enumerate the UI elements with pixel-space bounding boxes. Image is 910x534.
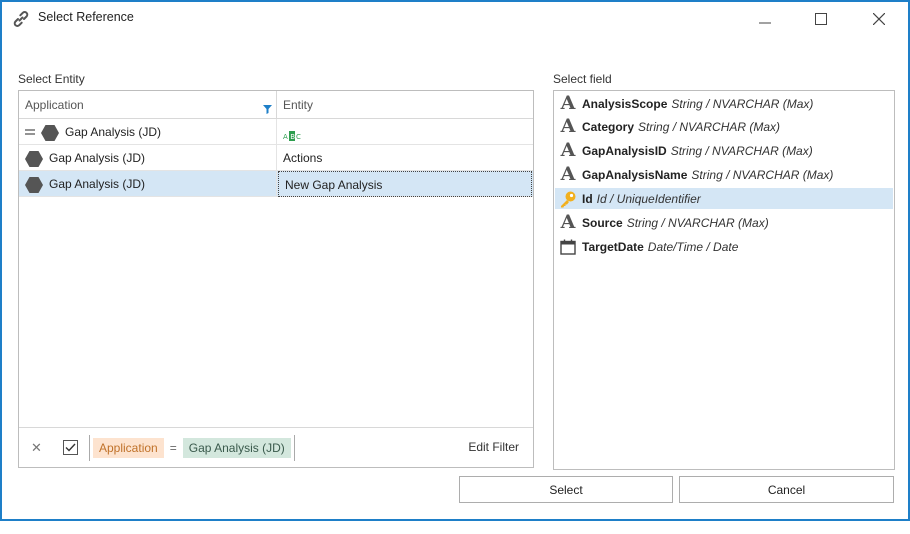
field-type: String / NVARCHAR (Max) — [638, 119, 781, 134]
string-icon: A — [560, 211, 576, 233]
maximize-icon — [815, 13, 827, 25]
checkmark-icon — [65, 443, 76, 452]
auto-filter-row[interactable]: Gap Analysis (JD) A B C — [19, 119, 533, 145]
field-name: Id — [582, 191, 593, 206]
row-application-value: Gap Analysis (JD) — [49, 151, 146, 165]
table-row[interactable]: Gap Analysis (JD) Actions — [19, 145, 533, 171]
field-name: Category — [582, 119, 635, 134]
list-item[interactable]: A Source String / NVARCHAR (Max) — [555, 212, 893, 233]
grid-header: Application Entity — [19, 91, 783, 120]
field-type: String / NVARCHAR (Max) — [691, 167, 834, 182]
equals-icon[interactable] — [25, 119, 35, 145]
column-header-entity-label: Entity — [283, 98, 314, 112]
filter-enabled-checkbox[interactable] — [63, 440, 78, 455]
field-type: String / NVARCHAR (Max) — [671, 96, 814, 111]
string-icon: A — [560, 139, 576, 161]
column-header-application-label: Application — [25, 98, 84, 112]
field-type: Id / UniqueIdentifier — [596, 191, 701, 206]
string-icon: A — [560, 163, 576, 185]
list-item[interactable]: A GapAnalysisID String / NVARCHAR (Max) — [555, 140, 893, 161]
field-type: String / NVARCHAR (Max) — [626, 215, 769, 230]
field-name: Source — [582, 215, 623, 230]
string-icon: A — [560, 115, 576, 137]
clear-filter-icon[interactable]: ✕ — [31, 440, 42, 456]
entity-grid: Application Entity Gap Analysis (JD) A B… — [18, 90, 783, 468]
key-icon — [557, 188, 579, 209]
minimize-button[interactable] — [742, 2, 788, 36]
list-item-selected[interactable]: Id Id / UniqueIdentifier — [555, 188, 893, 209]
field-name: GapAnalysisName — [582, 167, 688, 182]
select-field-label: Select field — [553, 72, 612, 86]
row-application-cell: Gap Analysis (JD) — [19, 171, 277, 197]
select-reference-dialog: Select Reference Select Entity Select fi… — [0, 0, 910, 521]
window-title: Select Reference — [38, 10, 134, 24]
svg-text:B: B — [290, 133, 295, 141]
minimize-icon — [759, 22, 771, 24]
field-name: GapAnalysisID — [582, 143, 667, 158]
filter-cell-entity[interactable]: A B C — [277, 119, 533, 145]
filter-expression[interactable]: Application = Gap Analysis (JD) — [89, 435, 295, 461]
list-item[interactable]: A AnalysisScope String / NVARCHAR (Max) — [555, 93, 893, 114]
table-row-selected[interactable]: Gap Analysis (JD) New Gap Analysis — [19, 171, 533, 197]
entity-hexagon-icon — [25, 176, 43, 193]
field-list: A AnalysisScope String / NVARCHAR (Max) … — [553, 90, 895, 470]
row-entity-cell-focused: New Gap Analysis — [278, 171, 532, 197]
edit-filter-button[interactable]: Edit Filter — [468, 440, 519, 454]
cancel-button[interactable]: Cancel — [679, 476, 894, 503]
filter-operator: = — [169, 441, 177, 455]
close-button[interactable] — [856, 2, 902, 36]
calendar-icon — [557, 236, 579, 257]
maximize-button[interactable] — [798, 2, 844, 36]
svg-text:C: C — [296, 133, 301, 141]
row-application-value: Gap Analysis (JD) — [49, 177, 146, 191]
filter-cell-application[interactable]: Gap Analysis (JD) — [19, 119, 277, 145]
row-entity-cell: Actions — [283, 151, 323, 165]
list-item[interactable]: A GapAnalysisName String / NVARCHAR (Max… — [555, 164, 893, 185]
select-button[interactable]: Select — [459, 476, 673, 503]
column-header-application[interactable]: Application — [19, 91, 277, 119]
field-type: Date/Time / Date — [647, 239, 739, 254]
list-item[interactable]: TargetDate Date/Time / Date — [555, 236, 893, 257]
link-icon — [12, 10, 30, 28]
field-name: AnalysisScope — [582, 96, 668, 111]
field-name: TargetDate — [582, 239, 644, 254]
row-application-cell: Gap Analysis (JD) — [19, 145, 277, 171]
column-header-entity[interactable]: Entity — [277, 91, 783, 120]
string-icon: A — [560, 92, 576, 114]
field-type: String / NVARCHAR (Max) — [670, 143, 813, 158]
close-icon — [873, 13, 885, 25]
svg-text:A: A — [283, 133, 288, 141]
list-item[interactable]: A Category String / NVARCHAR (Max) — [555, 116, 893, 137]
filter-cell-application-value: Gap Analysis (JD) — [65, 125, 162, 139]
filter-value-chip: Gap Analysis (JD) — [182, 438, 291, 458]
entity-hexagon-icon — [41, 124, 59, 141]
entity-hexagon-icon — [25, 150, 43, 167]
filter-panel: ✕ Application = Gap Analysis (JD) Edit F… — [19, 427, 533, 467]
filter-field-chip: Application — [93, 438, 164, 458]
select-entity-label: Select Entity — [18, 72, 85, 86]
title-bar[interactable]: Select Reference — [2, 2, 908, 36]
